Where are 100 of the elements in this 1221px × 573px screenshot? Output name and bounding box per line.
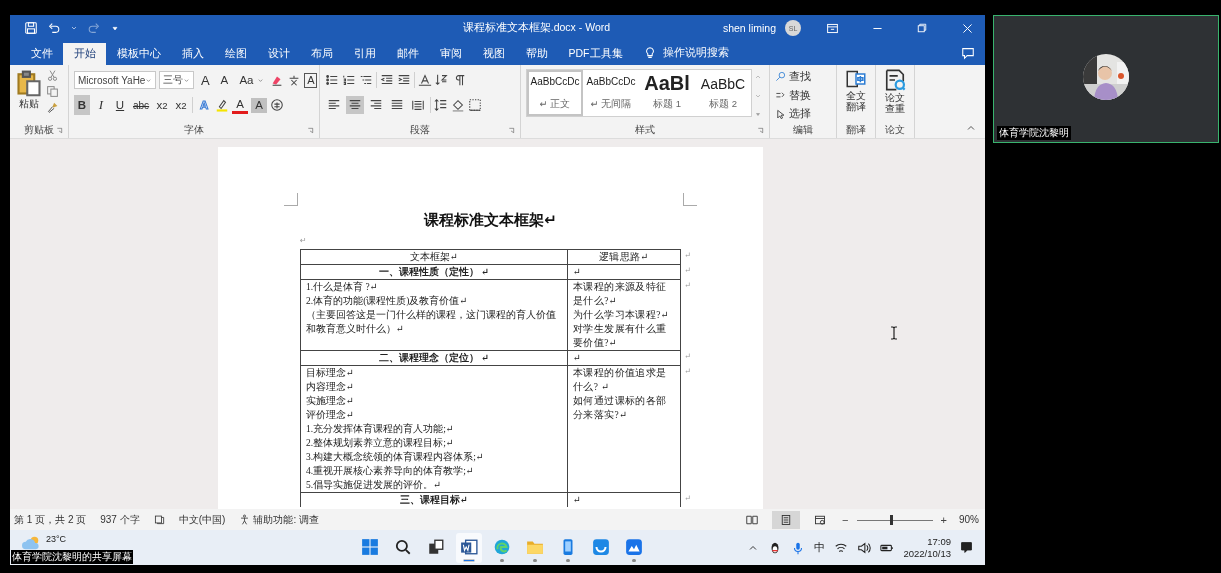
row-end-mark: ↵	[684, 352, 691, 361]
group-label: 样式	[635, 123, 655, 137]
ribbon-tab[interactable]: 引用	[343, 43, 386, 65]
launcher-icon[interactable]	[508, 127, 515, 134]
language-status[interactable]: 中文(中国)	[178, 512, 226, 527]
plagiarism-check-button[interactable]: 论文查重	[882, 69, 908, 114]
slider-thumb[interactable]	[889, 514, 893, 525]
search-icon	[775, 71, 786, 83]
decrease-indent-icon[interactable]	[380, 73, 394, 87]
shrink-font-button[interactable]: A	[216, 70, 233, 90]
word-count[interactable]: 937 个字	[100, 512, 140, 527]
highlighter-icon[interactable]	[215, 98, 230, 112]
document-search-icon	[884, 69, 906, 91]
proofing-icon[interactable]	[153, 514, 165, 525]
format-painter-icon[interactable]	[46, 101, 59, 114]
restore-icon[interactable]	[916, 22, 928, 34]
comment-icon[interactable]	[961, 46, 975, 60]
asian-layout-icon[interactable]	[418, 73, 432, 87]
table-cell: ↵	[567, 264, 681, 279]
ribbon-tab[interactable]: 设计	[257, 43, 300, 65]
select-button[interactable]: 选择	[775, 106, 831, 122]
italic-button[interactable]: I	[93, 95, 109, 115]
ribbon-tab[interactable]: 布局	[300, 43, 343, 65]
ribbon-tab[interactable]: 邮件	[386, 43, 429, 65]
copy-icon[interactable]	[46, 85, 59, 98]
caret-icon	[145, 76, 153, 84]
style-option[interactable]: AaBbCcDc ↵ 正文	[527, 70, 583, 116]
borders-icon[interactable]	[468, 98, 482, 112]
undo-icon[interactable]	[47, 21, 61, 35]
speaker-icon[interactable]	[857, 540, 872, 555]
temperature[interactable]: 23°C	[46, 533, 67, 544]
sort-icon[interactable]	[435, 73, 449, 87]
tell-me-search[interactable]: 操作说明搜索	[663, 46, 729, 60]
launcher-icon[interactable]	[56, 127, 63, 134]
style-option[interactable]: AaBbC 标题 2	[695, 70, 751, 116]
ribbon-display-icon[interactable]	[825, 21, 839, 35]
character-shading-button[interactable]: A	[251, 97, 268, 113]
row-end-mark: ↵	[684, 367, 691, 376]
underline-button[interactable]: U	[112, 95, 128, 115]
group-label: 段落	[410, 123, 430, 137]
ribbon-tab[interactable]: 开始	[63, 43, 106, 65]
grow-font-button[interactable]: A	[197, 70, 214, 90]
ribbon-tab[interactable]: 插入	[171, 43, 214, 65]
group-label: 翻译	[846, 123, 866, 137]
lightbulb-icon[interactable]	[643, 46, 657, 60]
notification-icon[interactable]	[960, 541, 973, 554]
zoom-level[interactable]: 90%	[959, 514, 979, 525]
font-color-button[interactable]: A	[232, 96, 249, 114]
group-label: 剪贴板	[24, 123, 54, 137]
caret-icon[interactable]	[70, 24, 78, 32]
ribbon-tab[interactable]: 模板中心	[106, 43, 171, 65]
table-cell: 一、课程性质（定性） ↵	[300, 264, 567, 279]
paint-bucket-icon[interactable]	[451, 98, 465, 112]
page-count[interactable]: 第 1 页，共 2 页	[14, 512, 87, 527]
bullet-list-icon[interactable]	[325, 73, 339, 87]
ribbon-tab[interactable]: 审阅	[429, 43, 472, 65]
style-option[interactable]: AaBl 标题 1	[639, 70, 695, 116]
ribbon-tab[interactable]: PDF工具集	[558, 43, 633, 65]
find-button[interactable]: 查找	[775, 69, 831, 85]
table-cell: 文本框架↵	[300, 249, 567, 264]
bold-button[interactable]: B	[74, 95, 90, 115]
launcher-icon[interactable]	[307, 127, 314, 134]
enclose-character-icon[interactable]	[270, 98, 285, 112]
input-method[interactable]: 中	[814, 540, 826, 555]
replace-button[interactable]: 替换	[775, 87, 831, 104]
increase-indent-icon[interactable]	[397, 73, 411, 87]
font-name-field[interactable]: Microsoft YaHe	[74, 71, 157, 89]
participant-name: 体育学院沈黎明	[997, 126, 1071, 140]
launcher-icon[interactable]	[757, 127, 764, 134]
ribbon-tab[interactable]: 帮助	[515, 43, 558, 65]
ribbon-tab[interactable]: 文件	[20, 43, 63, 65]
close-icon[interactable]	[960, 21, 974, 35]
print-layout-button[interactable]	[772, 510, 801, 529]
table-cell: 二、课程理念（定位） ↵	[300, 350, 567, 365]
multilevel-list-icon[interactable]	[359, 73, 373, 87]
ribbon-tab[interactable]: 视图	[472, 43, 515, 65]
ribbon-tab[interactable]: 绘图	[214, 43, 257, 65]
word-app-icon[interactable]	[456, 532, 482, 563]
document-title: 课程标准文本框架↵	[422, 210, 558, 230]
table-cell: 本课程的来源及特征是什么?↵ 为什么学习本课程?↵ 对学生发展有什么重要价值?↵	[567, 279, 681, 350]
accessibility-icon[interactable]	[239, 514, 251, 525]
character-border-button[interactable]: A	[304, 72, 318, 88]
share-caption: 体育学院沈黎明的共享屏幕	[11, 550, 133, 564]
numbered-list-icon[interactable]	[342, 73, 356, 87]
save-icon[interactable]	[24, 21, 38, 35]
strike-button[interactable]: abc	[131, 95, 152, 115]
accessibility-status[interactable]: 辅助功能: 调查	[253, 512, 319, 527]
change-case-button[interactable]: Aa	[238, 70, 255, 90]
style-option[interactable]: AaBbCcDc ↵ 无间隔	[583, 70, 639, 116]
group-label: 论文	[885, 123, 905, 137]
table-cell: 逻辑思路↵	[567, 249, 681, 264]
zoom-slider[interactable]	[856, 513, 933, 526]
font-size-field[interactable]: 三号	[159, 71, 195, 89]
scissors-icon[interactable]	[46, 69, 59, 82]
zoom-in-button[interactable]: +	[938, 513, 949, 526]
zoom-out-button[interactable]: −	[840, 513, 851, 526]
clock[interactable]: 17:09 2022/10/13	[903, 535, 951, 560]
paste-button[interactable]: 粘贴	[15, 69, 43, 111]
line-spacing-icon[interactable]	[434, 98, 448, 112]
translate-button[interactable]: 全文翻译	[843, 69, 869, 112]
